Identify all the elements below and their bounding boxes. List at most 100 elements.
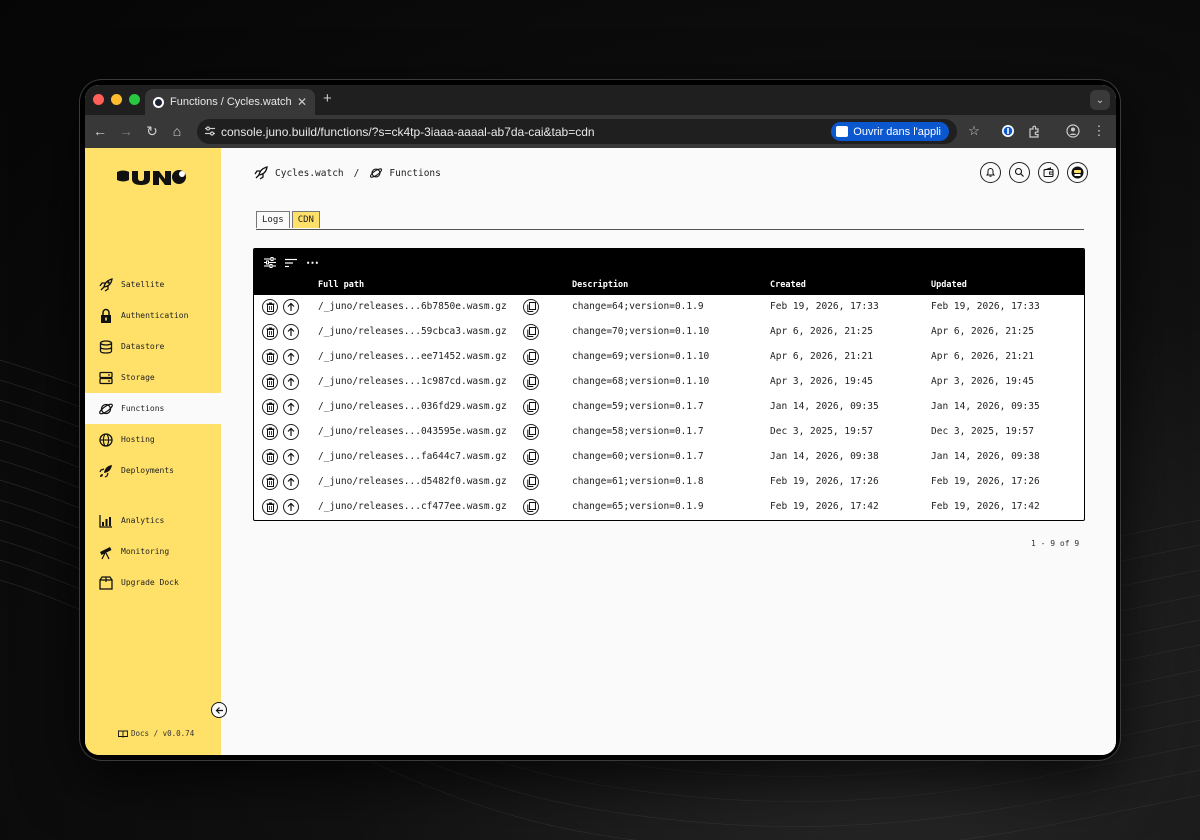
cell-full-path[interactable]: /_juno/releases...1c987cd.wasm.gz: [318, 376, 507, 387]
search-button[interactable]: [1009, 162, 1030, 183]
copy-path-button[interactable]: [523, 424, 539, 440]
delete-asset-button[interactable]: [262, 349, 278, 365]
filter-sliders-icon[interactable]: [264, 257, 276, 268]
column-header-updated[interactable]: Updated: [931, 280, 967, 290]
sidebar-item-storage[interactable]: Storage: [85, 362, 221, 393]
forward-arrow-icon[interactable]: →: [117, 122, 135, 140]
upload-arrow-icon: [286, 327, 296, 337]
cell-full-path[interactable]: /_juno/releases...043595e.wasm.gz: [318, 426, 507, 437]
copy-path-button[interactable]: [523, 299, 539, 315]
delete-asset-button[interactable]: [262, 299, 278, 315]
cell-full-path[interactable]: /_juno/releases...d5482f0.wasm.gz: [318, 476, 507, 487]
new-tab-button[interactable]: +: [323, 90, 332, 107]
upload-asset-button[interactable]: [283, 324, 299, 340]
trash-icon: [266, 402, 275, 412]
address-bar[interactable]: console.juno.build/functions/?s=ck4tp-3i…: [197, 119, 957, 144]
extensions-puzzle-icon[interactable]: [1025, 122, 1043, 140]
sidebar-item-datastore[interactable]: Datastore: [85, 331, 221, 362]
bookmark-star-icon[interactable]: ☆: [965, 122, 983, 140]
tab-close-icon[interactable]: ✕: [297, 95, 307, 109]
copy-path-button[interactable]: [523, 349, 539, 365]
upload-asset-button[interactable]: [283, 399, 299, 415]
sidebar-item-analytics[interactable]: Analytics: [85, 505, 221, 536]
sidebar-item-deployments[interactable]: Deployments: [85, 455, 221, 486]
pagination-status: 1 - 9 of 9: [1031, 539, 1080, 548]
maximize-window-button[interactable]: [129, 94, 140, 105]
upload-asset-button[interactable]: [283, 474, 299, 490]
book-icon: [118, 730, 128, 738]
column-header-description[interactable]: Description: [572, 280, 628, 290]
sidebar-item-monitoring[interactable]: Monitoring: [85, 536, 221, 567]
close-window-button[interactable]: [93, 94, 104, 105]
box-icon: [98, 575, 114, 591]
sidebar: Satellite Authentication Datastore Stora…: [85, 148, 221, 755]
trash-icon: [266, 377, 275, 387]
breadcrumb-satellite[interactable]: Cycles.watch: [275, 168, 344, 179]
minimize-window-button[interactable]: [111, 94, 122, 105]
notifications-button[interactable]: [980, 162, 1001, 183]
copy-path-button[interactable]: [523, 324, 539, 340]
delete-asset-button[interactable]: [262, 499, 278, 515]
docs-link[interactable]: Docs / v0.0.74: [118, 729, 194, 738]
open-in-app-button[interactable]: Ouvrir dans l'appli: [831, 122, 949, 141]
sidebar-item-satellite[interactable]: Satellite: [85, 269, 221, 300]
browser-tab-active[interactable]: Functions / Cycles.watch / Juno ✕: [145, 89, 315, 115]
password-manager-icon[interactable]: [999, 122, 1017, 140]
upload-asset-button[interactable]: [283, 424, 299, 440]
cell-full-path[interactable]: /_juno/releases...59cbca3.wasm.gz: [318, 326, 507, 337]
column-header-created[interactable]: Created: [770, 280, 806, 290]
tab-search-button[interactable]: ⌄: [1090, 90, 1110, 110]
tab-title: Functions / Cycles.watch / Juno: [170, 96, 291, 108]
copy-path-button[interactable]: [523, 499, 539, 515]
cell-full-path[interactable]: /_juno/releases...6b7850e.wasm.gz: [318, 301, 507, 312]
cell-full-path[interactable]: /_juno/releases...fa644c7.wasm.gz: [318, 451, 507, 462]
column-header-full-path[interactable]: Full path: [318, 280, 364, 290]
collapse-sidebar-button[interactable]: [211, 702, 227, 718]
upload-asset-button[interactable]: [283, 349, 299, 365]
sidebar-item-upgrade-dock[interactable]: Upgrade Dock: [85, 567, 221, 598]
rocket-icon: [98, 277, 114, 293]
delete-asset-button[interactable]: [262, 424, 278, 440]
juno-logo[interactable]: [115, 165, 187, 193]
site-settings-icon[interactable]: [204, 125, 216, 137]
copy-path-button[interactable]: [523, 449, 539, 465]
delete-asset-button[interactable]: [262, 374, 278, 390]
cell-description: change=68;version=0.1.10: [572, 376, 710, 387]
home-icon[interactable]: ⌂: [168, 122, 186, 140]
sidebar-item-authentication[interactable]: Authentication: [85, 300, 221, 331]
user-avatar-button[interactable]: [1067, 162, 1088, 183]
table-row: /_juno/releases...6b7850e.wasm.gz change=…: [254, 295, 1084, 320]
sidebar-item-functions[interactable]: Functions: [85, 393, 221, 424]
cell-full-path[interactable]: /_juno/releases...cf477ee.wasm.gz: [318, 501, 507, 512]
main-content: Cycles.watch / Functions Logs CDN ⋯ Full…: [221, 148, 1116, 755]
back-arrow-icon[interactable]: ←: [91, 122, 109, 140]
upload-arrow-icon: [286, 402, 296, 412]
delete-asset-button[interactable]: [262, 449, 278, 465]
copy-path-button[interactable]: [523, 399, 539, 415]
upload-asset-button[interactable]: [283, 374, 299, 390]
reload-icon[interactable]: ↻: [143, 122, 161, 140]
upload-arrow-icon: [286, 452, 296, 462]
delete-asset-button[interactable]: [262, 399, 278, 415]
juno-logo-mark: [117, 170, 186, 185]
upload-asset-button[interactable]: [283, 449, 299, 465]
open-in-app-label: Ouvrir dans l'appli: [853, 125, 941, 138]
delete-asset-button[interactable]: [262, 474, 278, 490]
table-header: ⋯ Full path Description Created Updated: [254, 249, 1084, 295]
copy-path-button[interactable]: [523, 374, 539, 390]
cell-full-path[interactable]: /_juno/releases...036fd29.wasm.gz: [318, 401, 507, 412]
tab-logs[interactable]: Logs: [256, 211, 290, 228]
upload-asset-button[interactable]: [283, 299, 299, 315]
sidebar-item-hosting[interactable]: Hosting: [85, 424, 221, 455]
sort-icon[interactable]: [285, 258, 297, 268]
wallet-button[interactable]: [1038, 162, 1059, 183]
browser-menu-icon[interactable]: ⋮: [1090, 122, 1108, 140]
more-options-icon[interactable]: ⋯: [306, 256, 319, 269]
profile-avatar-icon[interactable]: [1064, 122, 1082, 140]
upload-asset-button[interactable]: [283, 499, 299, 515]
delete-asset-button[interactable]: [262, 324, 278, 340]
sidebar-item-label: Deployments: [121, 466, 174, 475]
copy-path-button[interactable]: [523, 474, 539, 490]
cell-full-path[interactable]: /_juno/releases...ee71452.wasm.gz: [318, 351, 507, 362]
tab-cdn[interactable]: CDN: [291, 211, 320, 228]
